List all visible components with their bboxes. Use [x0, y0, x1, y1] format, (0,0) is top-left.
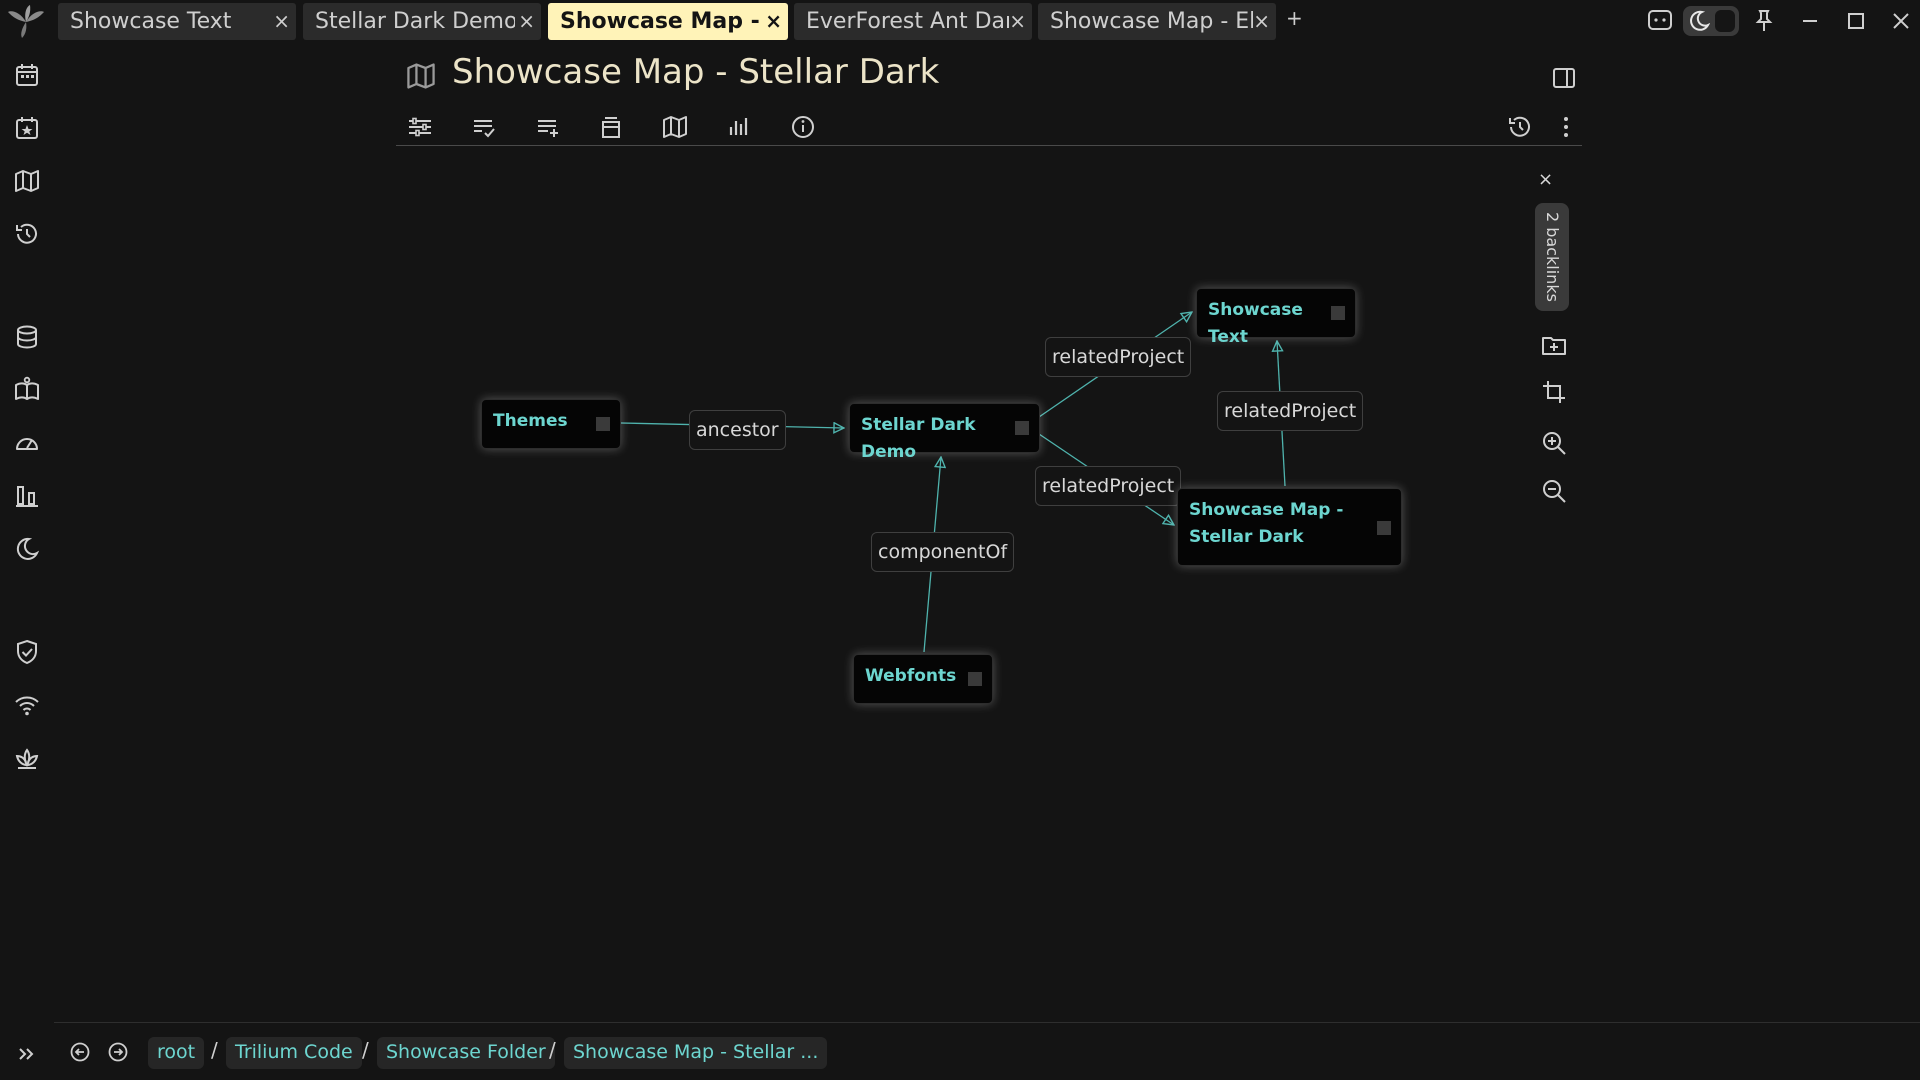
tab-title: Showcase Map - St [560, 9, 765, 34]
tab-title: Showcase Map - El [1050, 9, 1253, 34]
back-icon[interactable] [69, 1041, 91, 1063]
bar-chart-icon[interactable] [13, 482, 41, 510]
tab-bar: Showcase Text × Stellar Dark Demo × Show… [0, 0, 1920, 43]
node-drag-handle[interactable] [968, 672, 982, 686]
calendar-star-icon[interactable] [13, 114, 41, 142]
tab-close-icon[interactable]: × [1253, 3, 1270, 40]
tab-stellar-dark-demo[interactable]: Stellar Dark Demo × [303, 3, 541, 40]
history-icon[interactable] [1506, 113, 1534, 141]
maximize-icon[interactable] [1842, 8, 1870, 34]
crop-icon[interactable] [1540, 378, 1568, 406]
breadcrumb-showcase-map[interactable]: Showcase Map - Stellar ... [564, 1037, 828, 1069]
expand-launcher-icon[interactable] [16, 1043, 38, 1065]
map-node-showcase-text[interactable]: Showcase Text [1196, 288, 1356, 347]
app-logo-icon[interactable] [6, 4, 46, 40]
new-tab-button[interactable]: + [1286, 6, 1303, 30]
node-title-line: Showcase Map - [1189, 500, 1344, 520]
launcher-bar [0, 43, 54, 1080]
tab-title: Showcase Text [70, 9, 232, 34]
footer-divider [54, 1022, 1920, 1023]
forward-icon[interactable] [107, 1041, 129, 1063]
tab-everforest-ant-dark[interactable]: EverForest Ant Dar × [794, 3, 1032, 40]
close-icon[interactable] [1887, 8, 1915, 34]
pin-icon[interactable] [1750, 8, 1778, 34]
list-add-icon[interactable] [534, 113, 562, 141]
map-node-stellar-dark-demo[interactable]: Stellar Dark Demo [849, 403, 1040, 462]
bar-chart-icon[interactable] [725, 113, 753, 141]
node-drag-handle[interactable] [596, 417, 610, 431]
node-drag-handle[interactable] [1015, 421, 1029, 435]
speedometer-icon[interactable] [13, 429, 41, 457]
toggle-knob [1715, 10, 1735, 32]
more-vertical-icon[interactable] [1552, 113, 1580, 141]
minimize-icon[interactable] [1796, 8, 1824, 34]
relation-edges [620, 146, 1286, 653]
text-lines-check-icon[interactable] [470, 113, 498, 141]
calendar-icon[interactable] [13, 61, 41, 89]
map-icon [405, 60, 437, 92]
tab-showcase-map-stellar[interactable]: Showcase Map - St × [548, 3, 788, 40]
relation-map[interactable]: ancestor componentOf relatedProject rela… [396, 146, 1582, 1024]
tab-close-icon[interactable]: × [273, 3, 290, 40]
info-icon[interactable] [789, 113, 817, 141]
history-icon[interactable] [13, 220, 41, 248]
tab-title: EverForest Ant Dar [806, 9, 1009, 34]
toggle-right-pane-icon[interactable] [1550, 64, 1578, 92]
tab-close-icon[interactable]: × [518, 3, 535, 40]
moon-icon[interactable] [13, 535, 41, 563]
lotus-icon[interactable] [13, 744, 41, 772]
moon-icon [1688, 9, 1710, 33]
breadcrumb-showcase-folder[interactable]: Showcase Folder [377, 1037, 555, 1069]
breadcrumb-trilium-code[interactable]: Trilium Code [226, 1037, 362, 1069]
map-icon[interactable] [661, 113, 689, 141]
tab-showcase-map-el[interactable]: Showcase Map - El × [1038, 3, 1276, 40]
zoom-in-icon[interactable] [1540, 429, 1568, 457]
edge-label-related-project[interactable]: relatedProject [1217, 391, 1364, 431]
edge-label-related-project[interactable]: relatedProject [1035, 466, 1182, 506]
note-title[interactable]: Showcase Map - Stellar Dark [452, 52, 939, 92]
breadcrumb-separator: / [549, 1038, 556, 1062]
add-folder-icon[interactable] [1540, 331, 1568, 359]
breadcrumb-root[interactable]: root [148, 1037, 205, 1069]
chat-bubble-icon[interactable] [1646, 8, 1674, 34]
sliders-icon[interactable] [406, 113, 434, 141]
edge-label-ancestor[interactable]: ancestor [689, 410, 786, 450]
tab-showcase-text[interactable]: Showcase Text × [58, 3, 296, 40]
theme-toggle[interactable] [1683, 6, 1739, 36]
node-drag-handle[interactable] [1331, 306, 1345, 320]
map-icon[interactable] [13, 167, 41, 195]
tab-title: Stellar Dark Demo [315, 9, 515, 34]
breadcrumb-separator: / [211, 1038, 218, 1062]
print-icon[interactable] [597, 113, 625, 141]
node-drag-handle[interactable] [1377, 521, 1391, 535]
node-title: Themes [493, 411, 568, 431]
map-node-showcase-map-stellar-dark[interactable]: Showcase Map - Stellar Dark [1177, 488, 1402, 566]
map-node-webfonts[interactable]: Webfonts [853, 654, 993, 704]
edge-label-related-project[interactable]: relatedProject [1045, 337, 1192, 377]
map-node-themes[interactable]: Themes [481, 399, 621, 449]
node-title-line: Stellar Dark [1189, 527, 1304, 547]
node-title: Webfonts [865, 666, 957, 686]
breadcrumb-separator: / [362, 1038, 369, 1062]
close-backlinks-icon[interactable]: × [1538, 169, 1553, 190]
shield-check-icon[interactable] [13, 638, 41, 666]
book-open-icon[interactable] [13, 376, 41, 404]
backlinks-badge[interactable]: 2 backlinks [1535, 203, 1569, 311]
tab-close-icon[interactable]: × [765, 3, 782, 40]
wifi-icon[interactable] [13, 691, 41, 719]
edge-label-component-of[interactable]: componentOf [871, 532, 1015, 572]
database-icon[interactable] [13, 323, 41, 351]
zoom-out-icon[interactable] [1540, 477, 1568, 505]
tab-close-icon[interactable]: × [1009, 3, 1026, 40]
